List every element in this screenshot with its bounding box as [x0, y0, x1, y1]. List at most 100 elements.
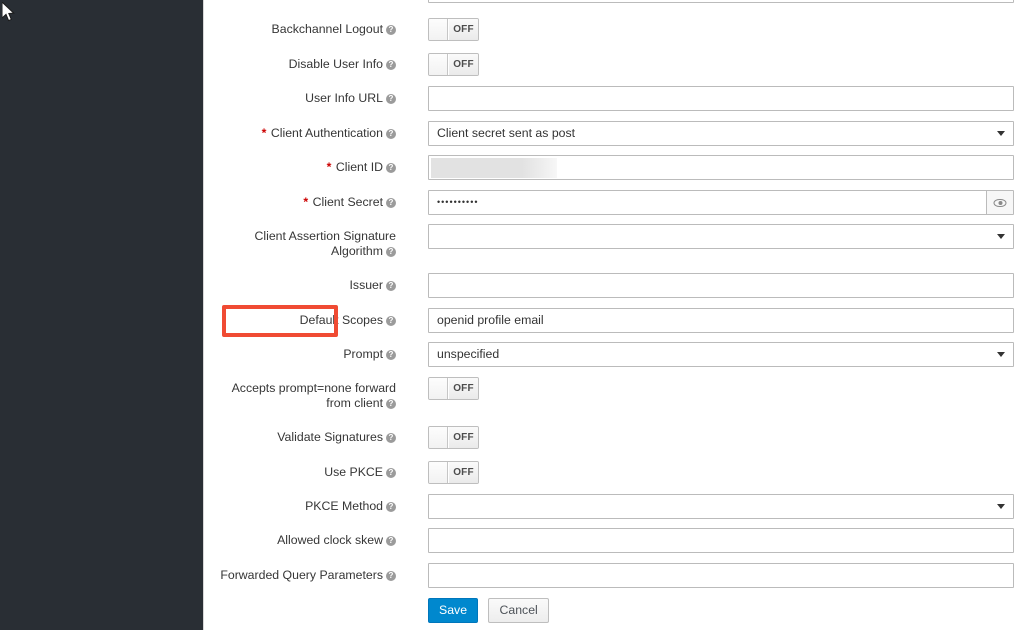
help-icon-disable-user-info[interactable]: ? [386, 60, 396, 70]
field-wrap-client-id [428, 155, 1014, 180]
help-icon-backchannel-logout[interactable]: ? [386, 25, 396, 35]
toggle-disable-user-info[interactable]: OFF [428, 53, 479, 76]
chevron-down-icon-pkce-method [997, 504, 1005, 509]
toggle-knob-disable-user-info [429, 54, 448, 75]
select-client-authentication[interactable]: Client secret sent as post [428, 121, 1014, 146]
show-secret-button[interactable] [986, 190, 1014, 215]
field-wrap-forwarded-query-parameters [428, 563, 1014, 588]
input-client-secret[interactable]: •••••••••• [428, 190, 988, 215]
help-icon-client-assertion-signature-algorithm[interactable]: ? [386, 247, 396, 257]
required-asterisk: * [326, 160, 332, 174]
field-wrap-client-authentication: Client secret sent as post [428, 121, 1014, 146]
label-text-forwarded-query-parameters: Forwarded Query Parameters [220, 568, 383, 582]
help-icon-forwarded-query-parameters[interactable]: ? [386, 571, 396, 581]
toggle-knob-validate-signatures [429, 427, 448, 448]
help-icon-use-pkce[interactable]: ? [386, 468, 396, 478]
required-asterisk: * [261, 126, 267, 140]
toggle-state-backchannel-logout: OFF [449, 19, 478, 40]
label-text-default-scopes: Default Scopes [299, 313, 383, 327]
help-icon-client-authentication[interactable]: ? [386, 129, 396, 139]
save-button[interactable]: Save [428, 598, 479, 623]
label-text-allowed-clock-skew: Allowed clock skew [277, 533, 383, 547]
label-text-client-id: Client ID [335, 160, 383, 174]
label-client-id: * Client ID? [204, 160, 396, 175]
toggle-backchannel-logout[interactable]: OFF [428, 18, 479, 41]
help-icon-validate-signatures[interactable]: ? [386, 433, 396, 443]
input-default-scopes[interactable]: openid profile email [428, 308, 1014, 333]
label-text-user-info-url: User Info URL [305, 91, 383, 105]
label-text-client-secret: Client Secret [312, 195, 383, 209]
app-window: openid profile email Backchannel Logout?… [0, 0, 1024, 630]
field-wrap-allowed-clock-skew [428, 528, 1014, 553]
help-icon-client-secret[interactable]: ? [386, 198, 396, 208]
field-wrap-backchannel-logout: OFF [428, 18, 479, 41]
chevron-down-icon-client-authentication [997, 131, 1005, 136]
help-icon-pkce-method[interactable]: ? [386, 502, 396, 512]
field-wrap-accepts-prompt-none-forward-from-client: OFF [428, 377, 479, 400]
toggle-state-accepts-prompt-none-forward-from-client: OFF [449, 378, 478, 399]
settings-form-panel: openid profile email Backchannel Logout?… [204, 0, 1024, 630]
label-client-authentication: * Client Authentication? [204, 126, 396, 141]
select-pkce-method[interactable] [428, 494, 1014, 519]
field-wrap-use-pkce: OFF [428, 461, 479, 484]
field-wrap-client-secret: •••••••••• [428, 190, 1014, 215]
field-wrap-validate-signatures: OFF [428, 426, 479, 449]
label-use-pkce: Use PKCE? [204, 465, 396, 480]
label-text-client-assertion-signature-algorithm: Client Assertion Signature Algorithm [254, 229, 397, 258]
select-value-client-authentication: Client secret sent as post [437, 126, 576, 140]
label-default-scopes: Default Scopes? [204, 313, 396, 328]
label-client-secret: * Client Secret? [204, 195, 396, 210]
input-user-info-url[interactable] [428, 86, 1014, 111]
label-validate-signatures: Validate Signatures? [204, 430, 396, 445]
label-forwarded-query-parameters: Forwarded Query Parameters? [204, 568, 396, 583]
help-icon-client-id[interactable]: ? [386, 163, 396, 173]
label-client-assertion-signature-algorithm: Client Assertion Signature Algorithm? [204, 229, 396, 259]
help-icon-issuer[interactable]: ? [386, 281, 396, 291]
select-client-assertion-signature-algorithm[interactable] [428, 224, 1014, 249]
label-accepts-prompt-none-forward-from-client: Accepts prompt=none forward from client? [204, 381, 396, 411]
label-allowed-clock-skew: Allowed clock skew? [204, 533, 396, 548]
secret-group-client-secret: •••••••••• [428, 190, 1014, 215]
help-icon-prompt[interactable]: ? [386, 350, 396, 360]
chevron-down-icon-client-assertion-signature-algorithm [997, 234, 1005, 239]
eye-icon [993, 198, 1007, 207]
label-user-info-url: User Info URL? [204, 91, 396, 106]
toggle-use-pkce[interactable]: OFF [428, 461, 479, 484]
toggle-validate-signatures[interactable]: OFF [428, 426, 479, 449]
cancel-button[interactable]: Cancel [488, 598, 549, 623]
label-text-accepts-prompt-none-forward-from-client: Accepts prompt=none forward from client [231, 381, 396, 410]
label-prompt: Prompt? [204, 347, 396, 362]
field-wrap-disable-user-info: OFF [428, 53, 479, 76]
field-wrap-client-assertion-signature-algorithm [428, 224, 1014, 249]
toggle-state-disable-user-info: OFF [449, 54, 478, 75]
field-wrap-user-info-url [428, 86, 1014, 111]
label-pkce-method: PKCE Method? [204, 499, 396, 514]
label-text-issuer: Issuer [349, 278, 384, 292]
select-prompt[interactable]: unspecified [428, 342, 1014, 367]
input-forwarded-query-parameters[interactable] [428, 563, 1014, 588]
help-icon-default-scopes[interactable]: ? [386, 316, 396, 326]
toggle-accepts-prompt-none-forward-from-client[interactable]: OFF [428, 377, 479, 400]
field-wrap-default-scopes: openid profile email [428, 308, 1014, 333]
input-client-id[interactable] [428, 155, 1014, 180]
input-issuer[interactable] [428, 273, 1014, 298]
label-text-use-pkce: Use PKCE [324, 465, 383, 479]
label-text-prompt: Prompt [343, 347, 383, 361]
label-text-disable-user-info: Disable User Info [288, 57, 383, 71]
toggle-state-use-pkce: OFF [449, 462, 478, 483]
required-asterisk: * [303, 195, 309, 209]
field-wrap-pkce-method [428, 494, 1014, 519]
toggle-state-validate-signatures: OFF [449, 427, 478, 448]
input-allowed-clock-skew[interactable] [428, 528, 1014, 553]
help-icon-allowed-clock-skew[interactable]: ? [386, 536, 396, 546]
help-icon-user-info-url[interactable]: ? [386, 94, 396, 104]
label-backchannel-logout: Backchannel Logout? [204, 22, 396, 37]
help-icon-accepts-prompt-none-forward-from-client[interactable]: ? [386, 399, 396, 409]
label-text-backchannel-logout: Backchannel Logout [271, 22, 383, 36]
label-text-validate-signatures: Validate Signatures [277, 430, 383, 444]
toggle-knob-backchannel-logout [429, 19, 448, 40]
chevron-down-icon-prompt [997, 352, 1005, 357]
label-text-pkce-method: PKCE Method [305, 499, 383, 513]
left-sidebar [0, 0, 203, 630]
partial-field-above[interactable]: openid profile email [428, 0, 1014, 3]
